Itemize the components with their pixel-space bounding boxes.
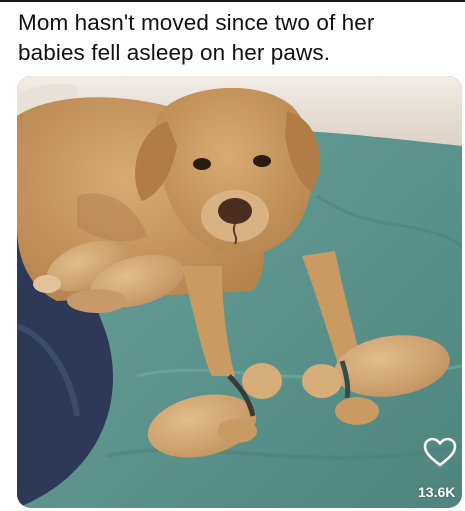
heart-outline-icon[interactable] xyxy=(420,434,460,470)
post-caption: Mom hasn't moved since two of her babies… xyxy=(18,8,458,68)
dog-with-puppies-photo xyxy=(17,76,462,508)
post-photo[interactable] xyxy=(17,76,462,508)
top-edge-line xyxy=(0,0,465,2)
caption-line-2: babies fell asleep on her paws. xyxy=(18,40,331,65)
heart-outline-icon-svg xyxy=(423,437,457,467)
like-count: 13.6K xyxy=(418,484,456,500)
caption-line-1: Mom hasn't moved since two of her xyxy=(18,10,375,35)
